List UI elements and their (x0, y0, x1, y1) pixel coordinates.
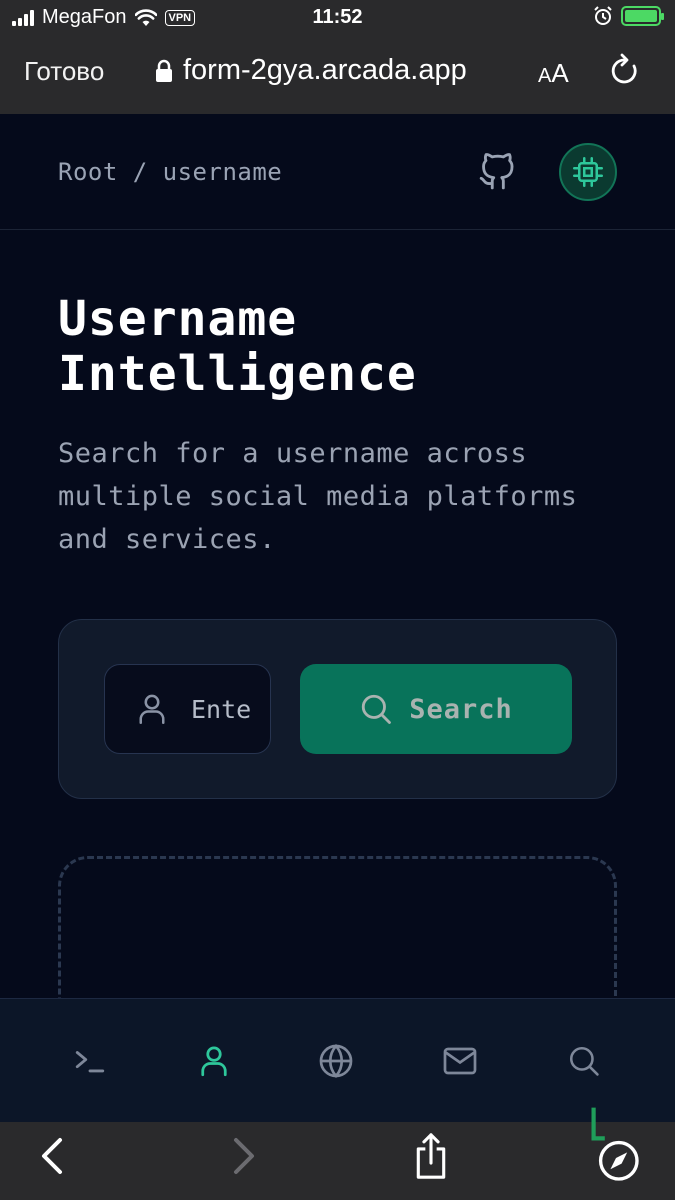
terminal-icon (75, 1051, 105, 1073)
done-button[interactable]: Готово (24, 56, 104, 87)
lock-icon (156, 59, 172, 82)
nav-terminal[interactable] (68, 1039, 112, 1083)
search-button-label: Search (409, 693, 513, 725)
nav-globe[interactable] (314, 1039, 358, 1083)
breadcrumb[interactable]: Root / username (58, 158, 282, 186)
forward-icon[interactable] (230, 1136, 258, 1176)
reload-icon[interactable] (608, 52, 642, 90)
status-bar: MegaFon VPN 11:52 (0, 0, 675, 36)
share-icon[interactable] (412, 1132, 450, 1180)
page-title: Username Intelligence (58, 291, 417, 402)
text-size-button[interactable]: AA (538, 58, 569, 89)
compass-icon[interactable] (588, 1104, 644, 1184)
battery-icon (621, 6, 664, 26)
search-button[interactable]: Search (300, 664, 572, 754)
back-icon[interactable] (38, 1136, 66, 1176)
search-icon (362, 694, 392, 724)
user-icon (139, 694, 165, 724)
username-input[interactable] (191, 694, 251, 724)
clock: 11:52 (312, 6, 363, 28)
alarm-icon (594, 6, 612, 25)
github-icon[interactable] (478, 152, 516, 192)
mail-icon (443, 1047, 477, 1075)
username-input-wrapper[interactable] (104, 664, 271, 754)
nav-mail[interactable] (438, 1039, 482, 1083)
nav-search[interactable] (562, 1039, 606, 1083)
app-header: Root / username (0, 114, 675, 230)
nav-user[interactable] (192, 1039, 236, 1083)
globe-icon (319, 1043, 353, 1079)
page-subtitle: Search for a username across multiple so… (58, 438, 578, 555)
url-field[interactable]: form-2gya.arcada.app (155, 54, 467, 87)
cpu-chip-icon (573, 157, 603, 187)
results-placeholder (58, 856, 617, 998)
cpu-chip-button[interactable] (559, 143, 617, 201)
search-icon (569, 1046, 599, 1076)
app-content: Root / username Username Intelligence Se… (0, 114, 675, 998)
url-text: form-2gya.arcada.app (183, 54, 467, 86)
search-card: Search (58, 619, 617, 799)
browser-toolbar (0, 1107, 675, 1200)
bottom-nav (0, 998, 675, 1122)
user-icon (201, 1046, 227, 1077)
browser-address-bar: Готово form-2gya.arcada.app AA (0, 36, 675, 114)
